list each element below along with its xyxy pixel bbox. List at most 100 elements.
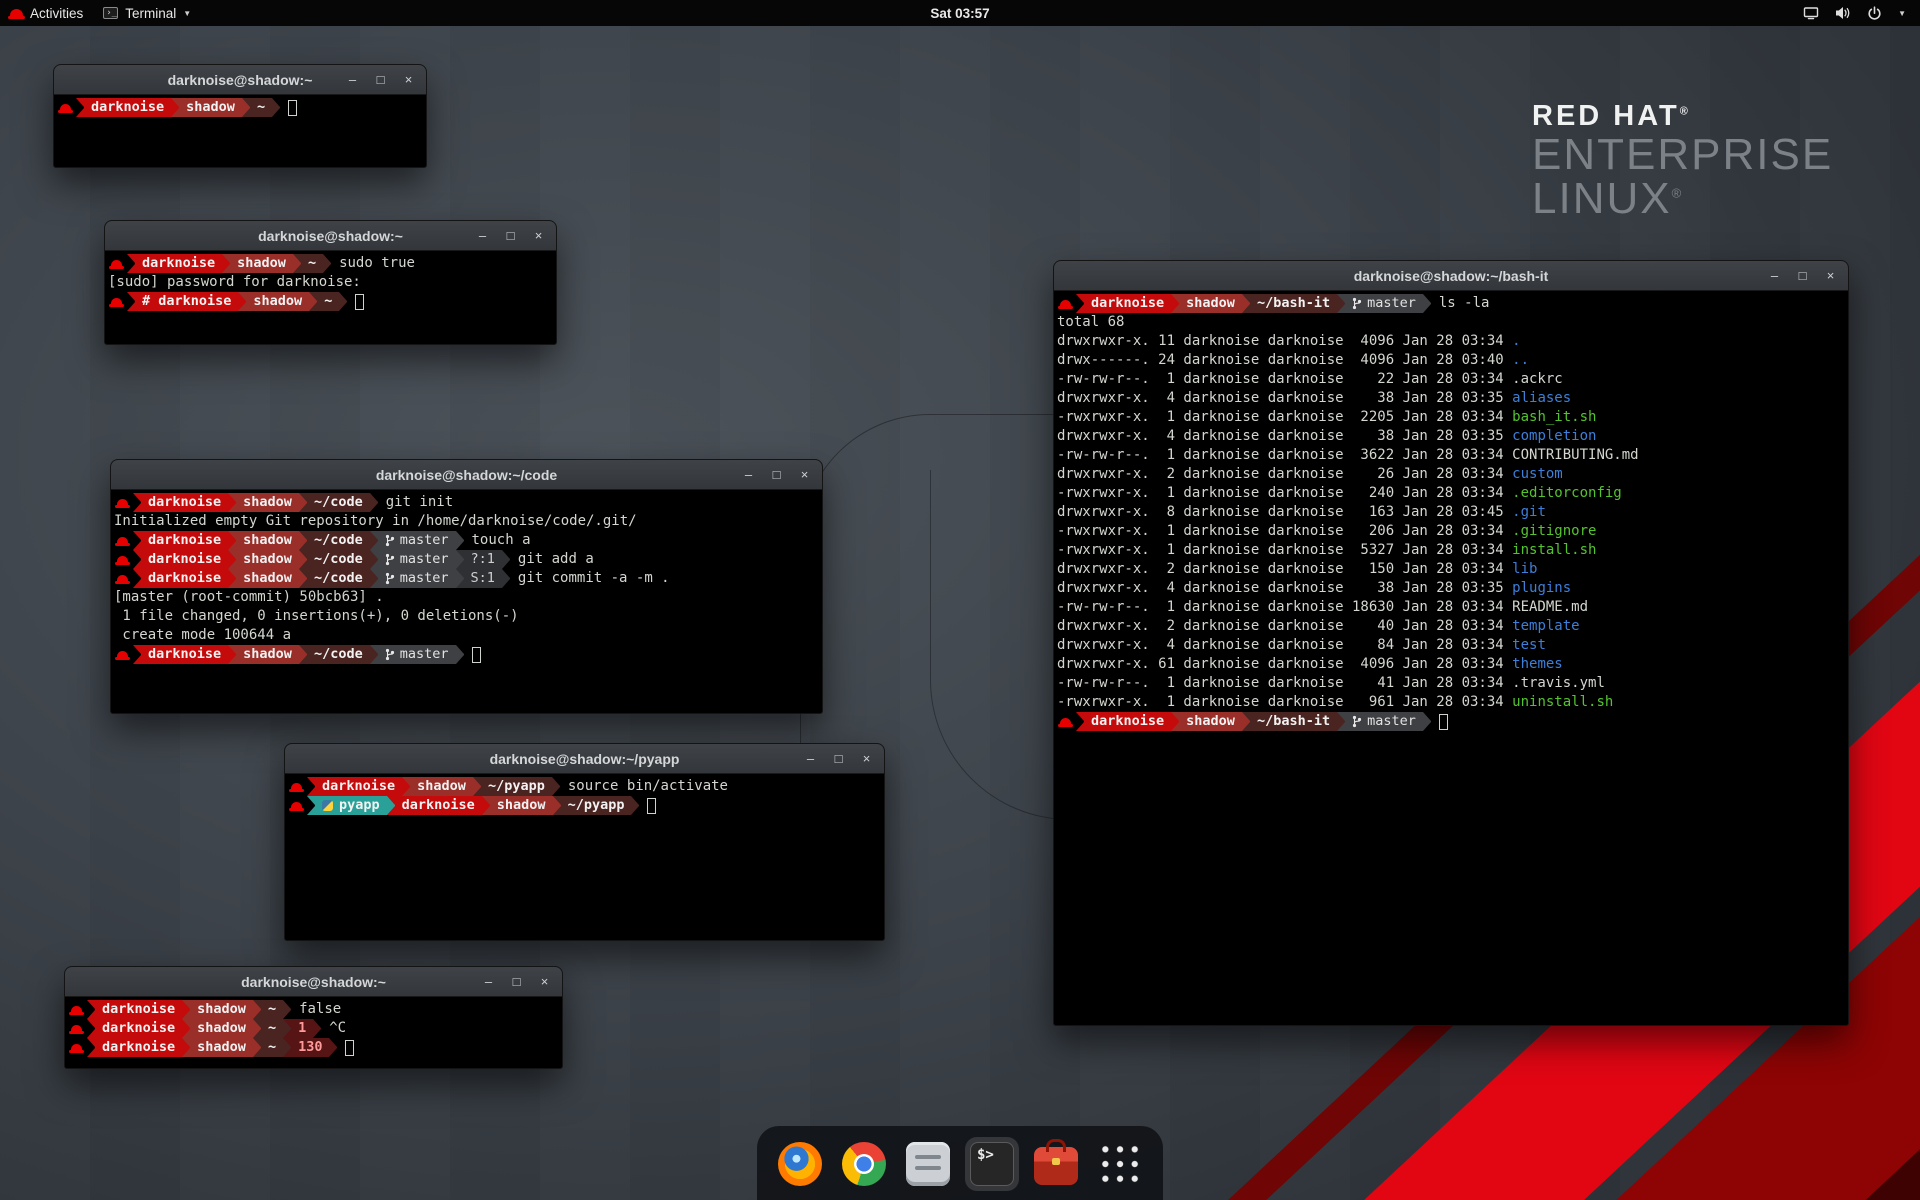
terminal-content[interactable]: darknoiseshadow~sudo true[sudo] password… bbox=[105, 251, 556, 314]
output-text: drwxrwxr-x. 4 darknoise darknoise 84 Jan… bbox=[1057, 636, 1512, 655]
powerline-separator-icon bbox=[293, 254, 301, 273]
maximize-button[interactable]: □ bbox=[1795, 268, 1810, 283]
git-branch-icon bbox=[385, 553, 395, 566]
prompt-segment-user: darknoise bbox=[141, 493, 228, 512]
powerline-separator-icon bbox=[299, 531, 307, 550]
maximize-button[interactable]: □ bbox=[769, 467, 784, 482]
terminal-line: drwxrwxr-x. 2 darknoise darknoise 150 Ja… bbox=[1057, 560, 1846, 579]
close-button[interactable]: × bbox=[531, 228, 546, 243]
power-icon[interactable] bbox=[1867, 6, 1882, 21]
prompt-segment-host: shadow bbox=[490, 796, 553, 815]
powerline-separator-icon bbox=[1337, 712, 1345, 731]
terminal-content[interactable]: darknoiseshadow~/pyappsource bin/activat… bbox=[285, 774, 884, 818]
dock-item-terminal[interactable] bbox=[965, 1137, 1019, 1191]
files-icon bbox=[906, 1142, 950, 1186]
maximize-button[interactable]: □ bbox=[373, 72, 388, 87]
window-titlebar[interactable]: darknoise@shadow:~/pyapp–□× bbox=[285, 744, 884, 774]
terminal-content[interactable]: darknoiseshadow~falsedarknoiseshadow~1^C… bbox=[65, 997, 562, 1060]
terminal-line: drwxrwxr-x. 8 darknoise darknoise 163 Ja… bbox=[1057, 503, 1846, 522]
close-button[interactable]: × bbox=[401, 72, 416, 87]
terminal-line: drwxrwxr-x. 2 darknoise darknoise 40 Jan… bbox=[1057, 617, 1846, 636]
terminal-line: -rwxrwxr-x. 1 darknoise darknoise 240 Ja… bbox=[1057, 484, 1846, 503]
prompt-segment-host: shadow bbox=[179, 98, 242, 117]
close-button[interactable]: × bbox=[797, 467, 812, 482]
activities-button[interactable]: Activities bbox=[0, 0, 93, 26]
terminal-line: darknoiseshadow~/bash-itmasterls -la bbox=[1057, 294, 1846, 313]
minimize-button[interactable]: – bbox=[803, 751, 818, 766]
output-text: themes bbox=[1512, 655, 1563, 674]
window-controls: –□ × bbox=[345, 65, 416, 94]
window-titlebar[interactable]: darknoise@shadow:~–□× bbox=[54, 65, 426, 95]
maximize-button[interactable]: □ bbox=[503, 228, 518, 243]
terminal-line: # darknoiseshadow~ bbox=[108, 292, 554, 311]
output-text: template bbox=[1512, 617, 1579, 636]
output-text: create mode 100644 a bbox=[114, 626, 291, 645]
window-titlebar[interactable]: darknoise@shadow:~ –□ × bbox=[65, 967, 562, 997]
dock-item-firefox[interactable] bbox=[773, 1137, 827, 1191]
powerline-separator-icon bbox=[1242, 294, 1250, 313]
display-icon[interactable] bbox=[1803, 6, 1819, 20]
powerline-separator-icon bbox=[87, 1000, 95, 1019]
minimize-button[interactable]: – bbox=[1767, 268, 1782, 283]
system-menu-chevron-icon[interactable]: ▼ bbox=[1898, 9, 1906, 18]
prompt-start-segment bbox=[288, 796, 307, 815]
window-titlebar[interactable]: darknoise@shadow:~–□× bbox=[105, 221, 556, 251]
prompt-segment-host: shadow bbox=[190, 1019, 253, 1038]
minimize-button[interactable]: – bbox=[475, 228, 490, 243]
terminal-line: create mode 100644 a bbox=[114, 626, 820, 645]
git-branch-icon bbox=[1352, 297, 1362, 310]
output-text: install.sh bbox=[1512, 541, 1596, 560]
minimize-button[interactable]: – bbox=[481, 974, 496, 989]
terminal-line: darknoiseshadow~/codemaster bbox=[114, 645, 820, 664]
terminal-line: darknoiseshadow~/bash-itmaster bbox=[1057, 712, 1846, 731]
dock-item-files[interactable] bbox=[901, 1137, 955, 1191]
powerline-separator-icon bbox=[182, 1019, 190, 1038]
prompt-segment-user: darknoise bbox=[141, 645, 228, 664]
powerline-separator-icon bbox=[313, 1019, 321, 1038]
app-menu-terminal[interactable]: ›_ Terminal ▼ bbox=[93, 0, 201, 26]
maximize-button[interactable]: □ bbox=[831, 751, 846, 766]
terminal-content[interactable]: darknoiseshadow~/codegit initInitialized… bbox=[111, 490, 822, 667]
terminal-content[interactable]: darknoiseshadow~ bbox=[54, 95, 426, 120]
output-text: drwxrwxr-x. 2 darknoise darknoise 40 Jan… bbox=[1057, 617, 1512, 636]
close-button[interactable]: × bbox=[859, 751, 874, 766]
powerline-separator-icon bbox=[387, 796, 395, 815]
powerline-separator-icon bbox=[1171, 712, 1179, 731]
terminal-window-code: darknoise@shadow:~/code–□×darknoiseshado… bbox=[110, 459, 823, 714]
minimize-button[interactable]: – bbox=[345, 72, 360, 87]
redhat-prompt-icon bbox=[291, 802, 302, 810]
git-branch-icon bbox=[385, 534, 395, 547]
window-title: darknoise@shadow:~ bbox=[241, 974, 386, 990]
prompt-segment-path: ~/code bbox=[307, 531, 370, 550]
window-titlebar[interactable]: darknoise@shadow:~/bash-it–□× bbox=[1054, 261, 1848, 291]
redhat-prompt-icon bbox=[71, 1006, 82, 1014]
dock-item-appgrid[interactable] bbox=[1093, 1137, 1147, 1191]
output-text: Initialized empty Git repository in /hom… bbox=[114, 512, 637, 531]
command-text: git init bbox=[378, 493, 453, 512]
output-text: drwxrwxr-x. 4 darknoise darknoise 38 Jan… bbox=[1057, 389, 1512, 408]
volume-icon[interactable] bbox=[1835, 6, 1851, 20]
prompt-segment-exit: 130 bbox=[291, 1038, 329, 1057]
output-text: .gitignore bbox=[1512, 522, 1596, 541]
maximize-button[interactable]: □ bbox=[509, 974, 524, 989]
minimize-button[interactable]: – bbox=[741, 467, 756, 482]
close-button[interactable]: × bbox=[537, 974, 552, 989]
prompt-segment-path: ~/pyapp bbox=[561, 796, 632, 815]
toolbox-icon bbox=[1034, 1147, 1078, 1185]
close-button[interactable]: × bbox=[1823, 268, 1838, 283]
dock-item-toolbox[interactable] bbox=[1029, 1137, 1083, 1191]
powerline-separator-icon bbox=[299, 645, 307, 664]
powerline-separator-icon bbox=[133, 645, 141, 664]
dock-item-chrome[interactable] bbox=[837, 1137, 891, 1191]
powerline-separator-icon bbox=[87, 1019, 95, 1038]
terminal-line: drwxrwxr-x. 4 darknoise darknoise 38 Jan… bbox=[1057, 427, 1846, 446]
window-titlebar[interactable]: darknoise@shadow:~/code–□× bbox=[111, 460, 822, 490]
redhat-prompt-icon bbox=[71, 1025, 82, 1033]
terminal-line: -rw-rw-r--. 1 darknoise darknoise 41 Jan… bbox=[1057, 674, 1846, 693]
powerline-separator-icon bbox=[299, 493, 307, 512]
clock[interactable]: Sat 03:57 bbox=[930, 6, 989, 21]
terminal-content[interactable]: darknoiseshadow~/bash-itmasterls -latota… bbox=[1054, 291, 1848, 734]
prompt-segment-git: master bbox=[1345, 294, 1423, 313]
output-text: -rw-rw-r--. 1 darknoise darknoise 22 Jan… bbox=[1057, 370, 1563, 389]
powerline-separator-icon bbox=[299, 550, 307, 569]
